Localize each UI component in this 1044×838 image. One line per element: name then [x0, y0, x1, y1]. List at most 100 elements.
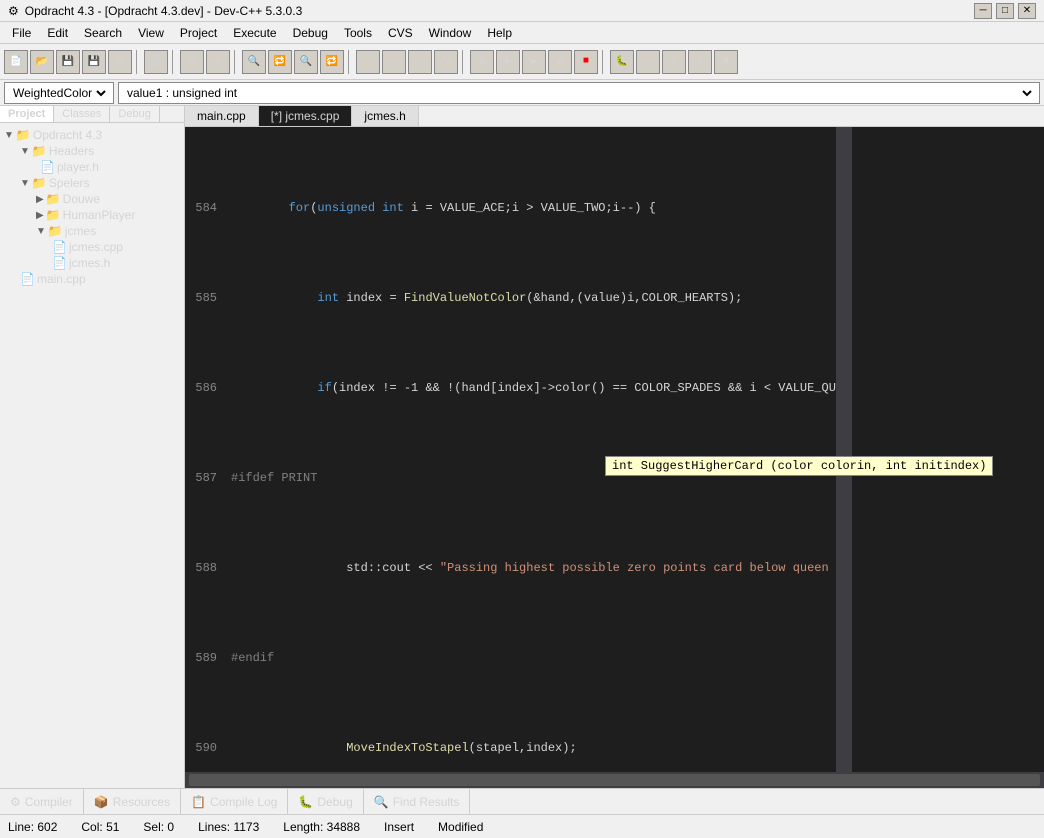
code-display: 584 for(unsigned int i = VALUE_ACE;i > V… — [185, 127, 836, 772]
tree-jcmescpp-label: jcmes.cpp — [69, 240, 123, 254]
tab-maincpp[interactable]: main.cpp — [185, 106, 259, 126]
tree-jcmesh-label: jcmes.h — [69, 256, 110, 270]
douwe-folder-icon: 📁 — [46, 192, 61, 206]
new-button[interactable]: 📄 — [4, 50, 28, 74]
file-jcmesh-icon: 📄 — [52, 256, 67, 270]
status-mode: Insert — [384, 820, 414, 834]
bottom-tab-compilelog-label: Compile Log — [210, 795, 277, 809]
project-tree: ▼ 📁 Opdracht 4.3 ▼ 📁 Headers 📄 player.h … — [0, 123, 184, 291]
line-num-584: 584 — [185, 199, 223, 217]
titlebar-controls: ─ □ ✕ — [974, 3, 1036, 19]
bottom-tab-debug[interactable]: 🐛 Debug — [288, 789, 363, 814]
stop-button[interactable]: ■ — [574, 50, 598, 74]
line-num-590: 590 — [185, 739, 223, 757]
menu-file[interactable]: File — [4, 24, 39, 42]
class-dropdown[interactable]: WeightedColor — [4, 82, 114, 104]
titlebar-title: Opdracht 4.3 - [Opdracht 4.3.dev] - Dev-… — [25, 4, 302, 18]
sidebar-tab-classes[interactable]: Classes — [54, 106, 110, 122]
debug-out-button[interactable]: ↑ — [688, 50, 712, 74]
bottom-tab-compilelog[interactable]: 📋 Compile Log — [181, 789, 288, 814]
tree-spelers-label: Spelers — [49, 176, 90, 190]
compile-run-button[interactable]: ▶ — [522, 50, 546, 74]
open-button[interactable]: 📂 — [30, 50, 54, 74]
tab-jcmescpp[interactable]: [*] jcmes.cpp — [259, 106, 353, 126]
save-button[interactable]: 💾 — [56, 50, 80, 74]
statusbar: Line: 602 Col: 51 Sel: 0 Lines: 1173 Len… — [0, 814, 1044, 838]
tab-jcmesh[interactable]: jcmes.h — [352, 106, 418, 126]
replace-button[interactable]: 🔁 — [268, 50, 292, 74]
debug-step-button[interactable]: → — [636, 50, 660, 74]
tree-node-jcmescpp[interactable]: 📄 jcmes.cpp — [4, 239, 180, 255]
editor-area: main.cpp [*] jcmes.cpp jcmes.h 584 for(u… — [185, 106, 1044, 788]
uncomment-button[interactable]: // — [434, 50, 458, 74]
menu-debug[interactable]: Debug — [285, 24, 336, 42]
unindent-button[interactable]: ← — [382, 50, 406, 74]
debug-stop-button[interactable]: ■ — [714, 50, 738, 74]
bottom-tab-resources[interactable]: 📦 Resources — [84, 789, 181, 814]
comment-button[interactable]: // — [408, 50, 432, 74]
tree-node-maincpp[interactable]: 📄 main.cpp — [4, 271, 180, 287]
debug-into-button[interactable]: ↓ — [662, 50, 686, 74]
tree-node-jcmes[interactable]: ▼ 📁 jcmes — [4, 223, 180, 239]
method-dropdown[interactable]: value1 : unsigned int — [118, 82, 1040, 104]
undo-button[interactable]: ↩ — [180, 50, 204, 74]
menu-tools[interactable]: Tools — [336, 24, 380, 42]
expand-douwe-icon: ▶ — [36, 194, 44, 205]
toolbar-sep-5 — [462, 50, 466, 74]
rebuild-button[interactable]: ♻ — [548, 50, 572, 74]
menu-execute[interactable]: Execute — [225, 24, 284, 42]
tree-node-jcmesh[interactable]: 📄 jcmes.h — [4, 255, 180, 271]
class-select[interactable]: WeightedColor — [9, 85, 109, 101]
code-line-588: 588 std::cout << "Passing highest possib… — [185, 559, 836, 577]
tree-node-spelers[interactable]: ▼ 📁 Spelers — [4, 175, 180, 191]
indent-button[interactable]: → — [356, 50, 380, 74]
sidebar-tab-debug[interactable]: Debug — [110, 106, 159, 122]
find2-button[interactable]: 🔍 — [294, 50, 318, 74]
hp-folder-icon: 📁 — [46, 208, 61, 222]
vertical-scrollbar[interactable] — [836, 127, 852, 772]
minimize-button[interactable]: ─ — [974, 3, 992, 19]
tree-playerh-label: player.h — [57, 160, 99, 174]
replace2-button[interactable]: 🔁 — [320, 50, 344, 74]
line-code-584: for(unsigned int i = VALUE_ACE;i > VALUE… — [227, 199, 836, 217]
spelers-folder-icon: 📁 — [32, 176, 47, 190]
menu-edit[interactable]: Edit — [39, 24, 76, 42]
sidebar-tab-project[interactable]: Project — [0, 106, 54, 122]
menu-help[interactable]: Help — [479, 24, 520, 42]
method-select[interactable]: value1 : unsigned int — [123, 85, 1035, 101]
autocomplete-text: int SuggestHigherCard (color colorin, in… — [612, 459, 986, 473]
bottom-panel: ⚙ Compiler 📦 Resources 📋 Compile Log 🐛 D… — [0, 788, 1044, 814]
close-file-button[interactable]: ✕ — [108, 50, 132, 74]
tree-root[interactable]: ▼ 📁 Opdracht 4.3 — [4, 127, 180, 143]
tree-node-playerh[interactable]: 📄 player.h — [4, 159, 180, 175]
bottom-tab-findresults[interactable]: 🔍 Find Results — [364, 789, 471, 814]
find-button[interactable]: 🔍 — [242, 50, 266, 74]
print-button[interactable]: 🖨 — [144, 50, 168, 74]
tree-node-humanplayer[interactable]: ▶ 📁 HumanPlayer — [4, 207, 180, 223]
menu-window[interactable]: Window — [421, 24, 480, 42]
maximize-button[interactable]: □ — [996, 3, 1014, 19]
code-container[interactable]: 584 for(unsigned int i = VALUE_ACE;i > V… — [185, 127, 1044, 772]
compilelog-icon: 📋 — [191, 795, 206, 809]
dropbar: WeightedColor value1 : unsigned int — [0, 80, 1044, 106]
menu-view[interactable]: View — [130, 24, 172, 42]
tree-node-headers[interactable]: ▼ 📁 Headers — [4, 143, 180, 159]
expand-spelers-icon: ▼ — [20, 178, 30, 189]
compile-button[interactable]: ⚙ — [470, 50, 494, 74]
resources-icon: 📦 — [94, 795, 109, 809]
tree-node-douwe[interactable]: ▶ 📁 Douwe — [4, 191, 180, 207]
debug-icon: 🐛 — [298, 795, 313, 809]
menu-project[interactable]: Project — [172, 24, 225, 42]
line-num-589: 589 — [185, 649, 223, 667]
menu-cvs[interactable]: CVS — [380, 24, 421, 42]
toolbar-sep-1 — [136, 50, 140, 74]
close-button[interactable]: ✕ — [1018, 3, 1036, 19]
debug-run-button[interactable]: 🐛 — [610, 50, 634, 74]
run-button[interactable]: ▶ — [496, 50, 520, 74]
code-line-585: 585 int index = FindValueNotColor(&hand,… — [185, 289, 836, 307]
save-all-button[interactable]: 💾 — [82, 50, 106, 74]
menu-search[interactable]: Search — [76, 24, 130, 42]
bottom-tab-compiler[interactable]: ⚙ Compiler — [0, 789, 84, 814]
redo-button[interactable]: ↪ — [206, 50, 230, 74]
horizontal-scrollbar[interactable] — [185, 772, 1044, 788]
